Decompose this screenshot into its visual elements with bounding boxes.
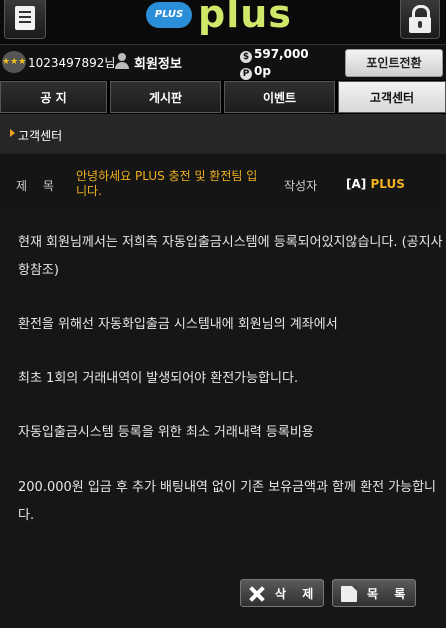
money-value: 597,000 [254,47,309,61]
member-info-link[interactable]: 회원정보 [134,53,182,72]
section-title: 고객센터 [18,129,63,143]
tab-notice[interactable]: 공 지 [0,81,107,113]
delete-button[interactable]: 삭 제 [240,579,324,607]
menu-button[interactable] [4,0,46,39]
point-balance: P 0p [240,64,271,80]
point-icon: P [240,68,252,80]
post-subject: 안녕하세요 PLUS 충전 및 환전팀 입니다. [76,169,258,198]
user-id: 1023497892님 [28,56,116,70]
list-button[interactable]: 목 록 [332,579,416,607]
post-paragraph: 현재 회원님께서는 저희측 자동입출금시스템에 등록되어있지않습니다. (공지사… [18,235,443,278]
post-paragraph: 자동입출금시스템 등록을 위한 최소 거래내력 등록비용 [18,425,314,440]
site-logo[interactable]: PLUS plus [146,0,306,36]
logo-text: plus [198,0,292,36]
tab-event[interactable]: 이벤트 [224,81,335,113]
point-value: 0p [254,64,271,78]
logo-badge: PLUS [146,2,192,28]
top-header: PLUS plus [0,0,446,44]
user-bar: ★★★ 1023497892님 회원정보 $597,000 P 0p 포인트전환 [0,44,446,81]
author-grade: [A] [346,177,367,191]
level-icon: ★★★ [2,51,26,73]
post-info: 제 목 안녕하세요 PLUS 충전 및 환전팀 입니다. 작성자 [A] PLU… [0,155,446,211]
logout-button[interactable] [400,0,440,39]
post-paragraph: 200.000원 입금 후 추가 배팅내역 없이 기존 보유금액과 함께 환전 … [18,480,437,523]
tab-customer-center[interactable]: 고객센터 [338,81,446,113]
document-menu-icon [15,6,35,30]
document-icon [341,586,357,602]
tab-board[interactable]: 게시판 [110,81,221,113]
author-name: PLUS [370,177,405,191]
arrow-right-icon [10,129,15,137]
author-label: 작성자 [284,179,318,193]
main-tabs: 공 지 게시판 이벤트 고객센터 [0,80,446,114]
subject-label: 제 목 [16,179,60,193]
post-body: 현재 회원님께서는 저희측 자동입출금시스템에 등록되어있지않습니다. (공지사… [0,211,446,628]
person-icon [114,53,130,69]
post-paragraph: 환전을 위해선 자동화입출금 시스템내에 회원님의 계좌에서 [18,317,338,332]
close-icon [249,586,265,602]
post-paragraph: 최초 1회의 거래내역이 발생되어야 환전가능합니다. [18,371,299,386]
post-author: [A] PLUS [346,177,405,191]
list-label: 목 록 [367,587,412,601]
point-convert-button[interactable]: 포인트전환 [345,49,443,77]
money-balance: $597,000 [240,47,309,63]
section-header: 고객센터 [0,114,446,155]
money-icon: $ [240,51,252,63]
delete-label: 삭 제 [275,587,320,601]
